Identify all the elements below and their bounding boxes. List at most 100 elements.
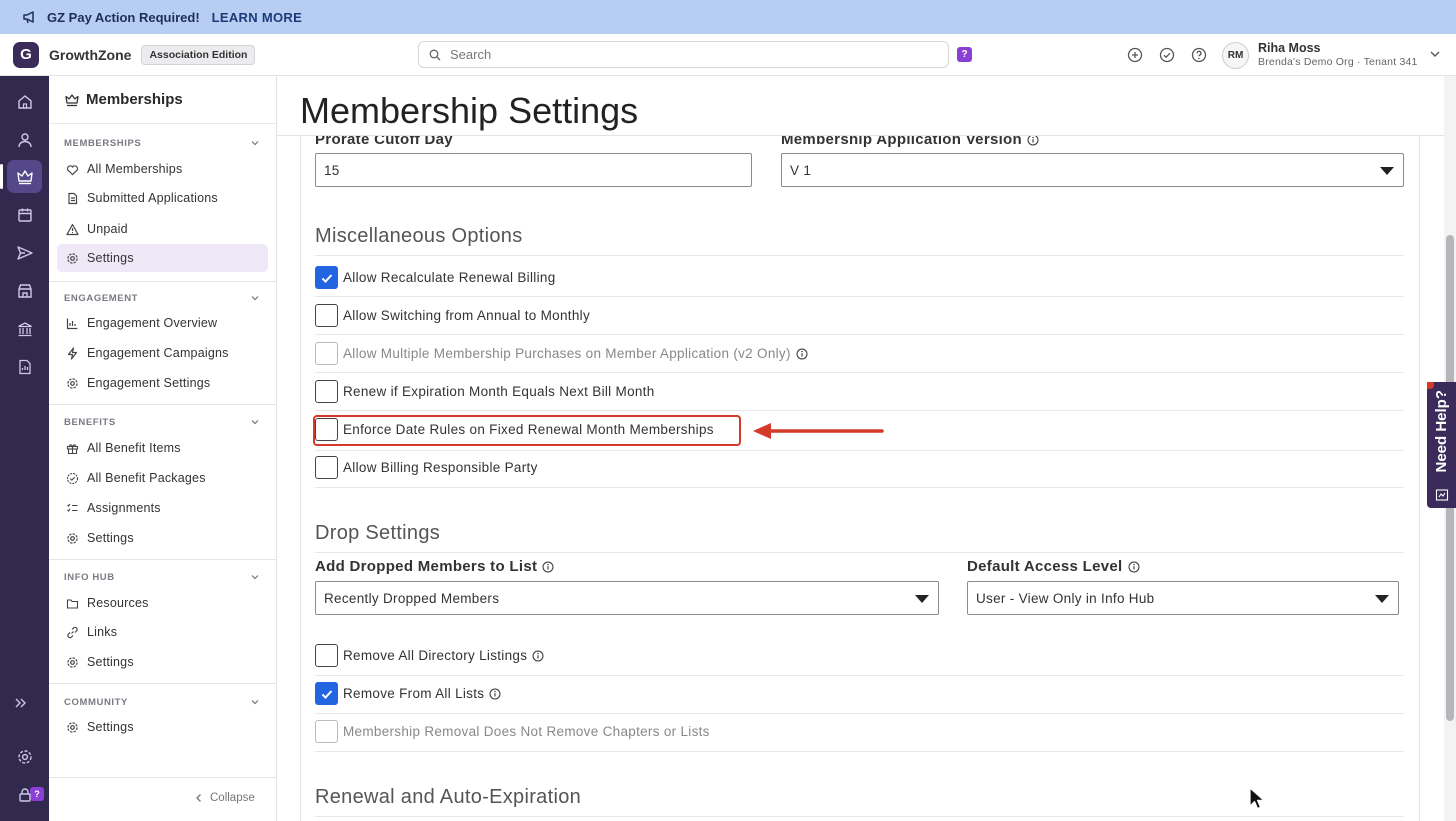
contacts-icon[interactable] bbox=[16, 131, 34, 149]
section-header-memberships[interactable]: MEMBERSHIPS bbox=[49, 135, 277, 151]
sidebar-item-membership-settings[interactable]: Settings bbox=[57, 244, 268, 272]
misc-options-title: Miscellaneous Options bbox=[315, 225, 523, 247]
checkbox[interactable] bbox=[315, 456, 338, 479]
checkbox[interactable] bbox=[315, 380, 338, 403]
checkbox-checked[interactable] bbox=[315, 266, 338, 289]
gear-icon[interactable] bbox=[16, 748, 34, 766]
info-icon[interactable] bbox=[542, 561, 554, 573]
option-remove-directory-listings[interactable]: Remove All Directory Listings bbox=[315, 644, 544, 667]
sidebar-item-all-memberships[interactable]: All Memberships bbox=[57, 155, 268, 183]
chevron-left-icon bbox=[195, 793, 203, 803]
info-icon[interactable] bbox=[489, 688, 501, 700]
memberships-crown-icon[interactable] bbox=[0, 160, 42, 193]
access-level-label-text: Default Access Level bbox=[967, 558, 1123, 575]
option-label: Membership Removal Does Not Remove Chapt… bbox=[343, 724, 710, 739]
info-icon[interactable] bbox=[796, 348, 808, 360]
sidebar-item-info-hub-settings[interactable]: Settings bbox=[57, 648, 268, 676]
home-icon[interactable] bbox=[16, 93, 34, 111]
section-header-community[interactable]: COMMUNITY bbox=[49, 694, 277, 710]
drop-settings-title: Drop Settings bbox=[315, 522, 441, 544]
sidebar-item-label: Engagement Settings bbox=[87, 376, 211, 390]
search-help-button[interactable]: ? bbox=[957, 47, 972, 62]
sidebar-item-resources[interactable]: Resources bbox=[57, 589, 268, 617]
report-icon[interactable] bbox=[16, 358, 34, 376]
check-circle-icon[interactable] bbox=[1159, 47, 1175, 63]
growthzone-logo[interactable]: G bbox=[13, 41, 39, 68]
prorate-cutoff-input[interactable]: 15 bbox=[315, 153, 752, 187]
app-version-value: V 1 bbox=[790, 162, 812, 178]
option-renew-expiration-month[interactable]: Renew if Expiration Month Equals Next Bi… bbox=[315, 380, 655, 403]
option-removal-chapters-lists: Membership Removal Does Not Remove Chapt… bbox=[315, 720, 710, 743]
warning-icon bbox=[66, 223, 79, 236]
divider bbox=[49, 559, 277, 560]
sidebar-item-links[interactable]: Links bbox=[57, 618, 268, 646]
bank-icon[interactable] bbox=[16, 320, 34, 338]
collapse-label: Collapse bbox=[210, 792, 255, 804]
checkbox[interactable] bbox=[315, 304, 338, 327]
app-version-select[interactable]: V 1 bbox=[781, 153, 1404, 187]
checkbox-checked[interactable] bbox=[315, 682, 338, 705]
sidebar-item-label: Assignments bbox=[87, 501, 161, 515]
gear-icon bbox=[66, 377, 79, 390]
collapse-sidebar-button[interactable]: Collapse bbox=[195, 792, 255, 804]
option-enforce-date-rules[interactable]: Enforce Date Rules on Fixed Renewal Mont… bbox=[315, 418, 714, 441]
option-allow-switching-annual-monthly[interactable]: Allow Switching from Annual to Monthly bbox=[315, 304, 590, 327]
page-title-bar: Membership Settings bbox=[277, 76, 1444, 136]
section-memberships: MEMBERSHIPS bbox=[49, 135, 277, 151]
option-remove-from-all-lists[interactable]: Remove From All Lists bbox=[315, 682, 501, 705]
main-content: Prorate Cutoff Day 15 Membership Applica… bbox=[277, 76, 1444, 821]
sidebar-item-all-benefit-items[interactable]: All Benefit Items bbox=[57, 434, 268, 462]
chevron-down-icon[interactable] bbox=[250, 293, 260, 303]
section-header-engagement[interactable]: ENGAGEMENT bbox=[49, 290, 277, 306]
access-level-select[interactable]: User - View Only in Info Hub bbox=[967, 581, 1399, 615]
chevron-down-icon[interactable] bbox=[250, 697, 260, 707]
option-label: Allow Multiple Membership Purchases on M… bbox=[343, 346, 791, 361]
chevron-down-icon[interactable] bbox=[250, 417, 260, 427]
checkbox[interactable] bbox=[315, 418, 338, 441]
calendar-icon[interactable] bbox=[16, 206, 34, 224]
sidebar-item-engagement-overview[interactable]: Engagement Overview bbox=[57, 309, 268, 337]
expand-double-chevron-icon[interactable] bbox=[14, 696, 28, 710]
chevron-down-icon[interactable] bbox=[250, 138, 260, 148]
sidebar-item-unpaid[interactable]: Unpaid bbox=[57, 215, 268, 243]
checkbox[interactable] bbox=[315, 644, 338, 667]
section-header-benefits[interactable]: BENEFITS bbox=[49, 414, 277, 430]
sidebar-item-community-settings[interactable]: Settings bbox=[57, 713, 268, 741]
sidebar-item-label: Submitted Applications bbox=[87, 191, 218, 205]
store-icon[interactable] bbox=[16, 282, 34, 300]
section-heading: MEMBERSHIPS bbox=[64, 137, 142, 149]
need-help-tab[interactable]: Need Help? bbox=[1427, 382, 1456, 508]
sidebar-item-engagement-settings[interactable]: Engagement Settings bbox=[57, 369, 268, 397]
mouse-cursor-icon bbox=[1249, 787, 1265, 810]
dropped-list-select[interactable]: Recently Dropped Members bbox=[315, 581, 939, 615]
sidebar-item-label: Links bbox=[87, 625, 118, 639]
send-icon[interactable] bbox=[16, 244, 34, 262]
lock-icon[interactable] bbox=[16, 786, 34, 804]
help-circle-icon[interactable] bbox=[1191, 47, 1207, 63]
user-avatar[interactable]: RM bbox=[1222, 42, 1249, 69]
sidebar-item-label: All Memberships bbox=[87, 162, 183, 176]
divider bbox=[315, 552, 1404, 553]
gear-icon bbox=[66, 656, 79, 669]
gift-icon bbox=[66, 442, 79, 455]
sidebar-item-engagement-campaigns[interactable]: Engagement Campaigns bbox=[57, 339, 268, 367]
chevron-down-icon[interactable] bbox=[1429, 48, 1441, 60]
info-icon[interactable] bbox=[1128, 561, 1140, 573]
sidebar-item-assignments[interactable]: Assignments bbox=[57, 494, 268, 522]
divider bbox=[49, 404, 277, 405]
divider bbox=[315, 751, 1404, 752]
option-allow-billing-responsible-party[interactable]: Allow Billing Responsible Party bbox=[315, 456, 538, 479]
sidebar-item-submitted-applications[interactable]: Submitted Applications bbox=[57, 184, 268, 212]
info-icon[interactable] bbox=[532, 650, 544, 662]
learn-more-link[interactable]: LEARN MORE bbox=[212, 10, 302, 25]
sidebar-item-all-benefit-packages[interactable]: All Benefit Packages bbox=[57, 464, 268, 492]
add-circle-icon[interactable] bbox=[1127, 47, 1143, 63]
user-name[interactable]: Riha Moss bbox=[1258, 41, 1321, 55]
section-header-info-hub[interactable]: INFO HUB bbox=[49, 569, 277, 585]
search-box[interactable] bbox=[418, 41, 949, 68]
gear-icon bbox=[66, 721, 79, 734]
sidebar-item-benefit-settings[interactable]: Settings bbox=[57, 524, 268, 552]
chevron-down-icon[interactable] bbox=[250, 572, 260, 582]
search-input[interactable] bbox=[450, 47, 910, 62]
option-allow-recalculate-renewal-billing[interactable]: Allow Recalculate Renewal Billing bbox=[315, 266, 556, 289]
